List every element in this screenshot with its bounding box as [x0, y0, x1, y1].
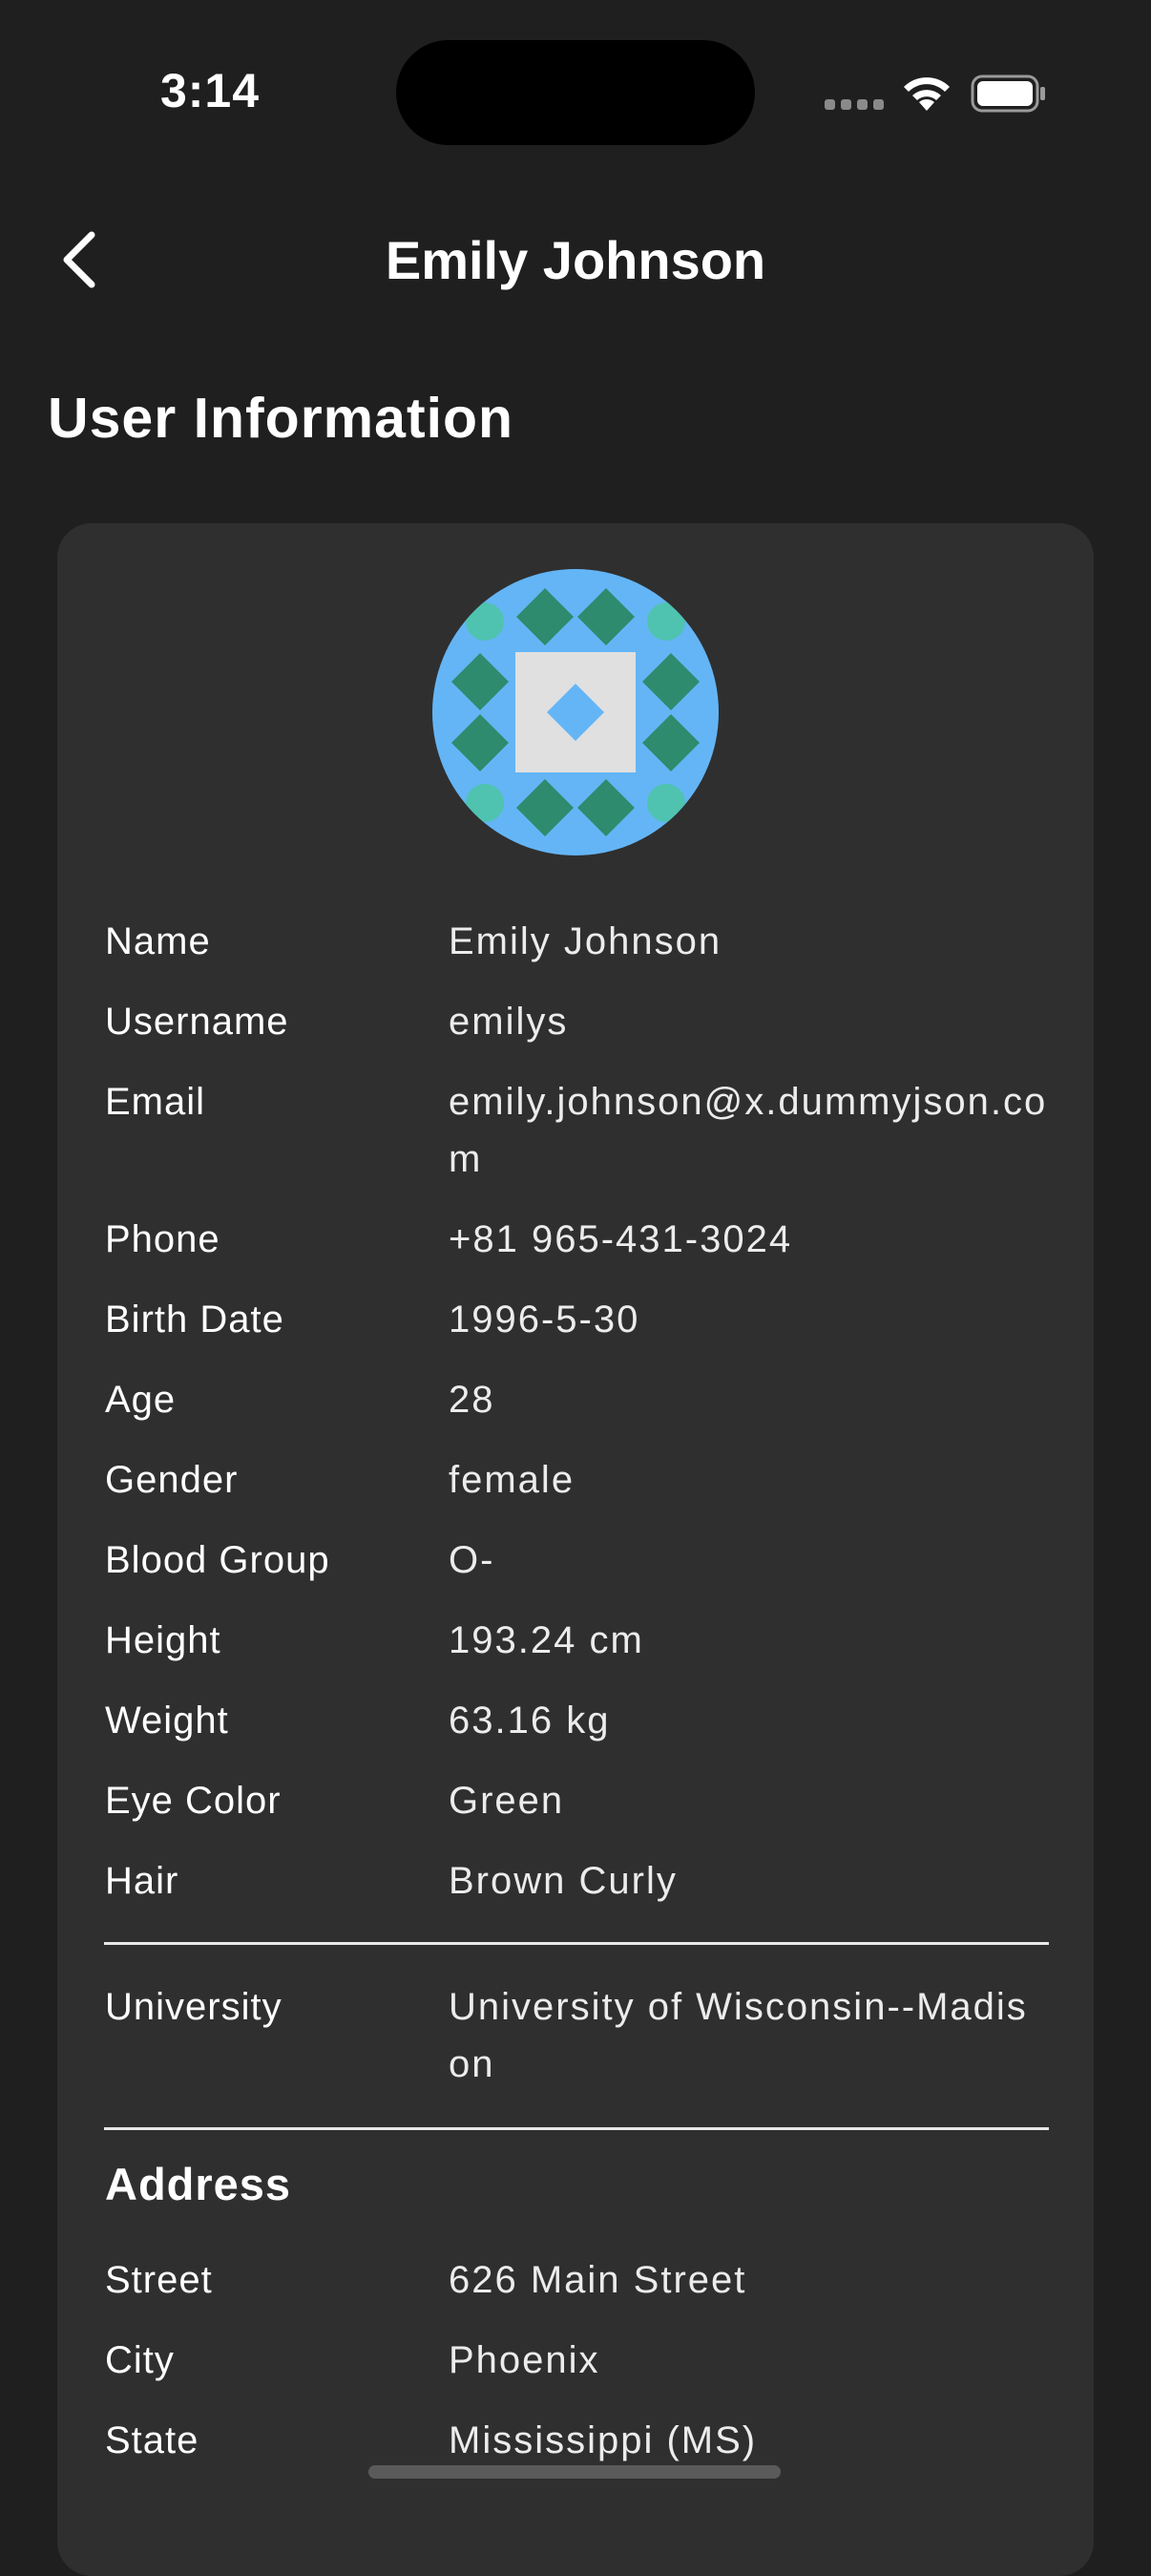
user-info-card: Name Emily Johnson Username emilys Email…: [57, 523, 1094, 2576]
detail-label: Height: [105, 1619, 221, 1661]
address-heading: Address: [105, 2159, 292, 2209]
detail-label: University: [105, 1986, 283, 2028]
detail-label: Email: [105, 1081, 206, 1123]
detail-value: 193.24 cm: [449, 1619, 644, 1661]
detail-value: O-: [449, 1539, 495, 1581]
detail-value: Brown Curly: [449, 1860, 678, 1902]
detail-value: 63.16 kg: [449, 1700, 611, 1742]
divider: [104, 2127, 1049, 2130]
battery-icon: [971, 74, 1045, 113]
wifi-icon: [904, 77, 950, 111]
detail-value: 1996-5-30: [449, 1299, 640, 1341]
detail-label: Hair: [105, 1860, 179, 1902]
section-title: User Information: [48, 387, 514, 450]
detail-value: Phoenix: [449, 2339, 600, 2381]
detail-value: emilys: [449, 1001, 569, 1043]
status-bar: 3:14: [0, 0, 1151, 191]
detail-label: State: [105, 2419, 199, 2461]
detail-label: Name: [105, 920, 211, 962]
detail-value: emily.johnson@x.dummyjson.com: [449, 1081, 1048, 1180]
detail-value: +81 965-431-3024: [449, 1218, 793, 1260]
detail-value: Emily Johnson: [449, 920, 722, 962]
detail-value: University of Wisconsin--Madison: [449, 1986, 1028, 2085]
home-indicator[interactable]: [368, 2465, 781, 2479]
detail-label: City: [105, 2339, 175, 2381]
detail-value: female: [449, 1459, 576, 1501]
detail-label: Street: [105, 2259, 213, 2301]
avatar[interactable]: [432, 569, 719, 855]
detail-label: Age: [105, 1379, 177, 1421]
detail-label: Weight: [105, 1700, 229, 1742]
detail-label: Phone: [105, 1218, 220, 1260]
detail-value: Mississippi (MS): [449, 2419, 758, 2461]
detail-label: Blood Group: [105, 1539, 330, 1581]
detail-label: Gender: [105, 1459, 239, 1501]
status-time: 3:14: [159, 64, 261, 117]
dynamic-island: [396, 40, 755, 145]
cellular-signal-icon: [825, 99, 884, 110]
detail-label: Birth Date: [105, 1299, 284, 1341]
detail-value: Green: [449, 1780, 565, 1822]
detail-label: Username: [105, 1001, 289, 1043]
detail-value: 28: [449, 1379, 495, 1421]
detail-label: Eye Color: [105, 1780, 282, 1822]
divider: [104, 1942, 1049, 1945]
navigation-bar: Emily Johnson: [0, 210, 1151, 306]
detail-value: 626 Main Street: [449, 2259, 747, 2301]
page-title: Emily Johnson: [385, 230, 766, 290]
